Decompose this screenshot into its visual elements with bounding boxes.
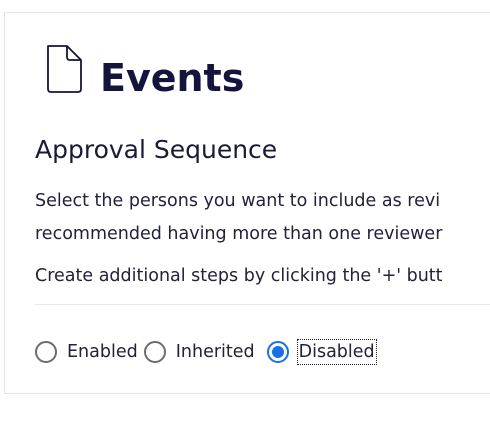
approval-sequence-title: Approval Sequence [35,135,278,164]
radio-option-disabled[interactable]: Disabled [266,339,377,365]
page-header [42,38,84,100]
section-divider [35,304,490,305]
radio-label-inherited[interactable]: Inherited [176,340,255,364]
radio-option-enabled[interactable]: Enabled [35,340,138,364]
radio-inherited[interactable] [143,341,166,363]
radio-label-enabled[interactable]: Enabled [67,340,138,364]
approval-description-line-3: Create additional steps by clicking the … [35,266,443,286]
radio-option-inherited[interactable]: Inherited [143,340,255,364]
approval-mode-radio-group: Enabled Inherited Disabled [35,338,377,366]
radio-enabled[interactable] [35,341,57,363]
radio-label-disabled[interactable]: Disabled [296,339,377,365]
page-title: Events [100,56,245,100]
document-icon [47,45,82,93]
approval-description-line-1: Select the persons you want to include a… [35,191,441,211]
radio-disabled[interactable] [266,341,289,363]
approval-description-line-2: recommended having more than one reviewe… [35,224,443,244]
